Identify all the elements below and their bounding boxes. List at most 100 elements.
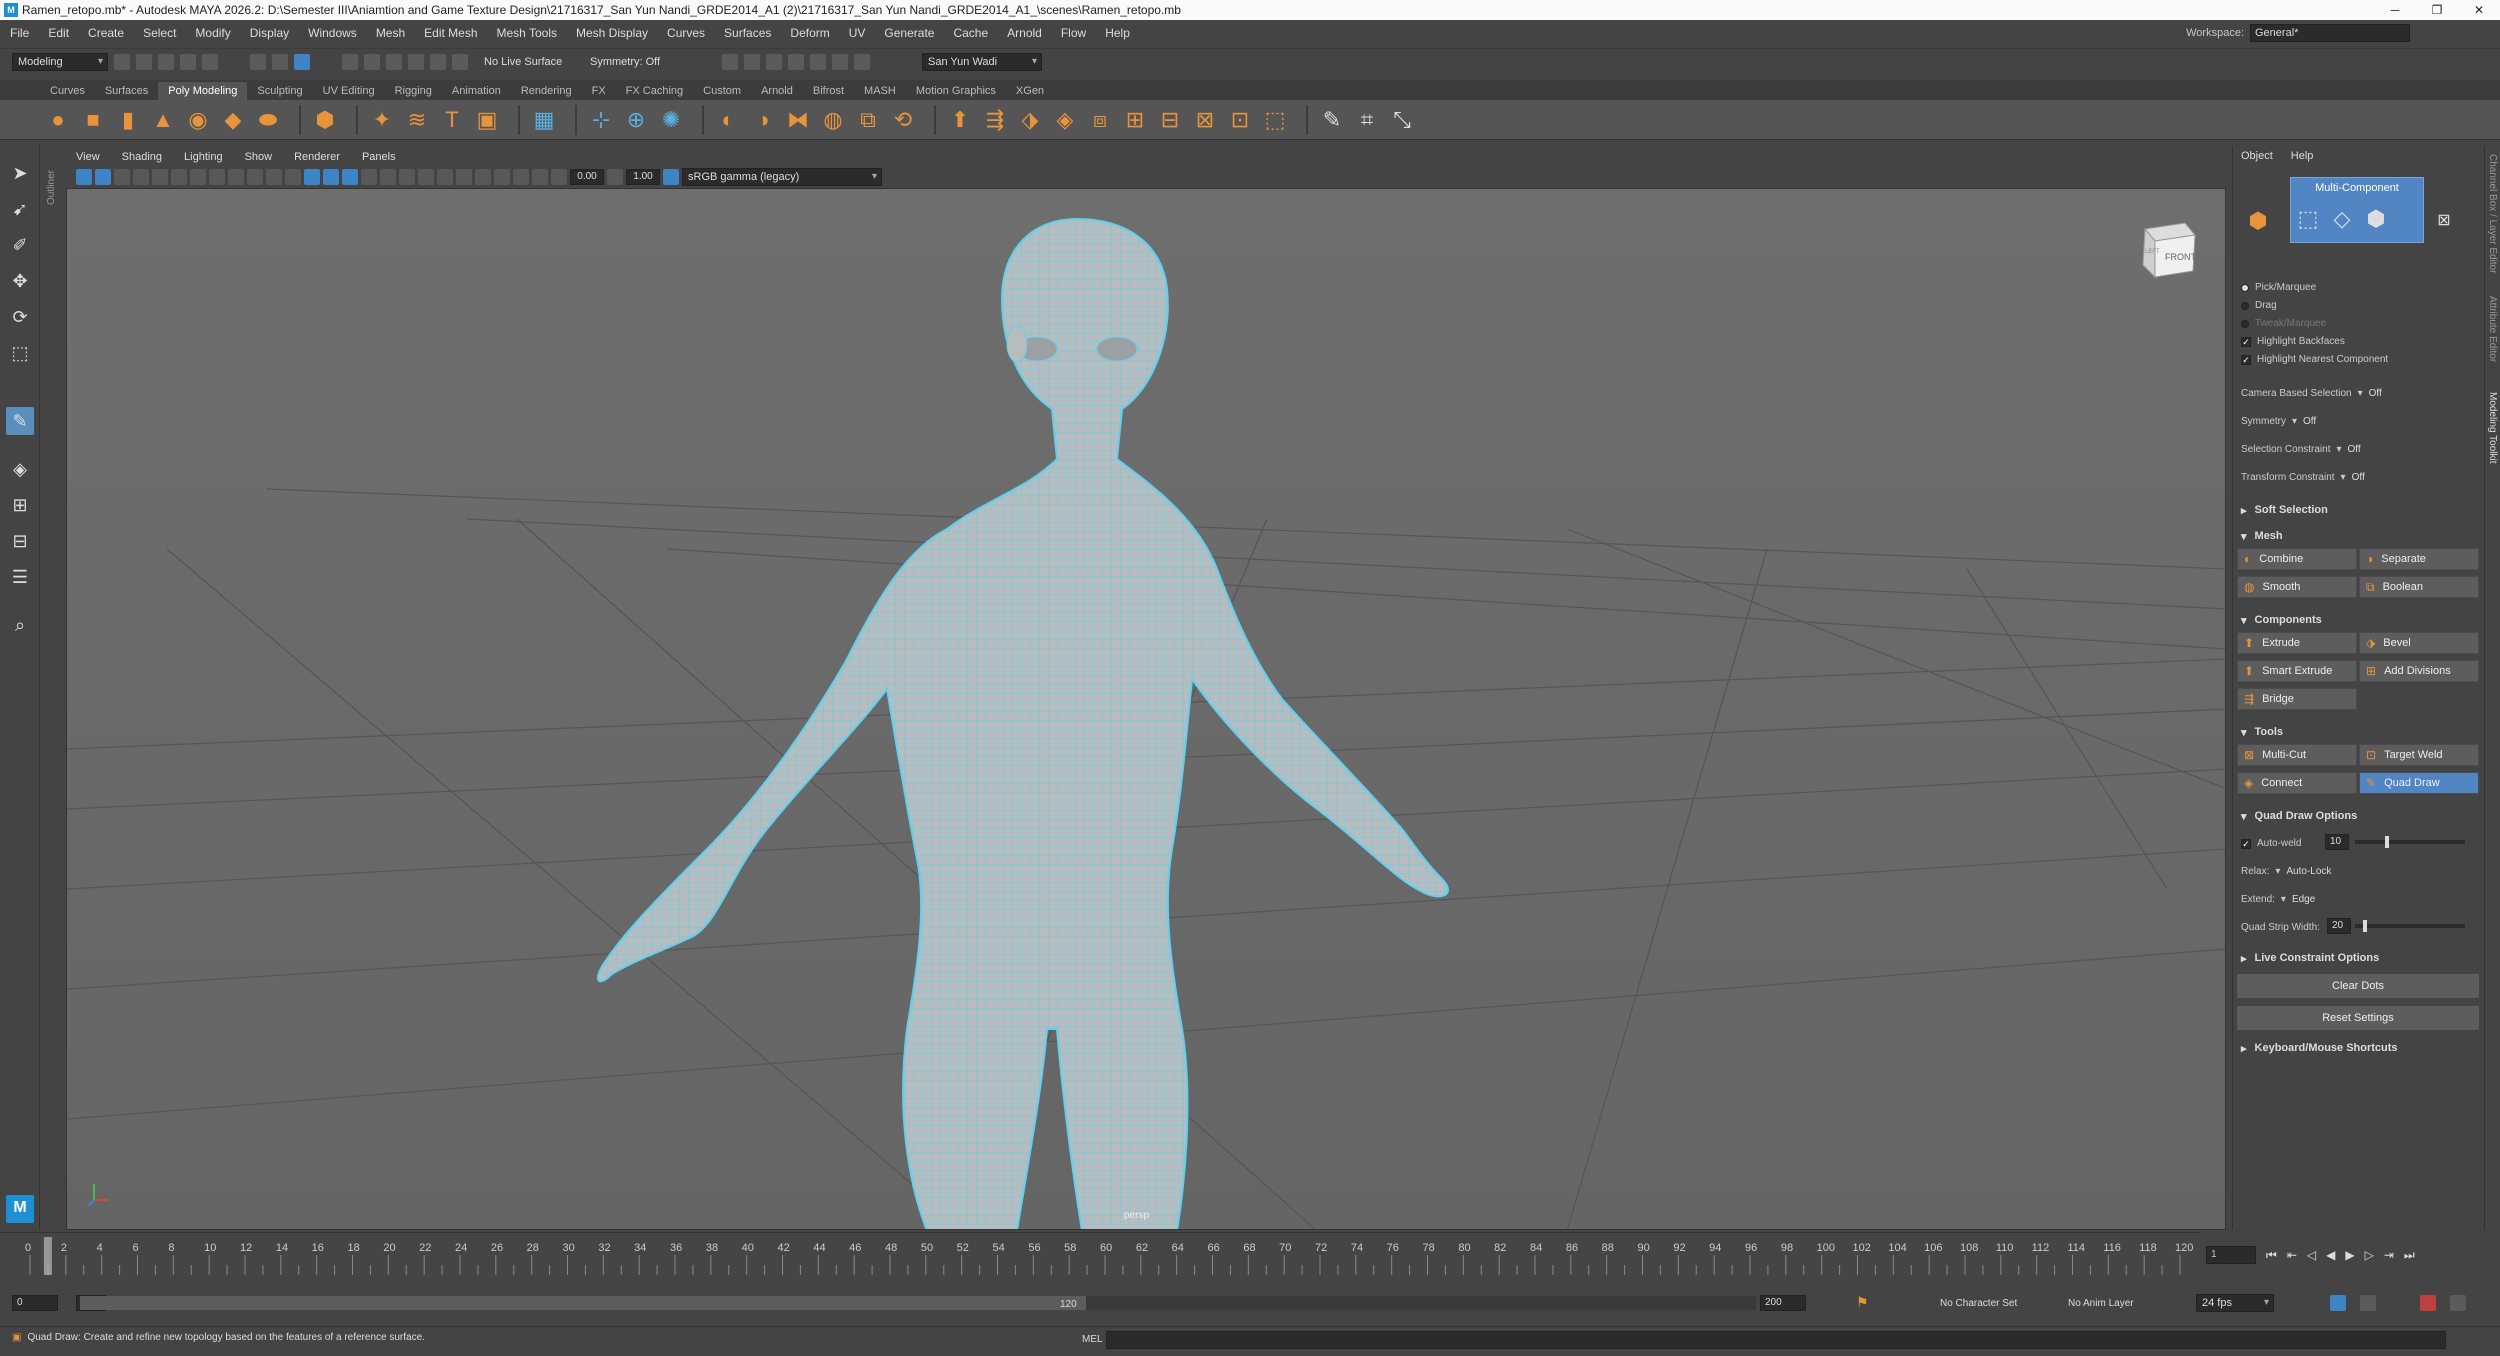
panel-menu-panels[interactable]: Panels	[362, 151, 396, 163]
measure-icon[interactable]: ⊹	[587, 106, 615, 134]
live-surface-label[interactable]: No Live Surface	[484, 56, 584, 68]
quad-draw-tool-icon[interactable]: ✎	[6, 407, 34, 435]
separate-icon[interactable]: ◑	[749, 106, 777, 134]
smooth-shade-icon[interactable]	[323, 169, 339, 185]
render-settings-icon[interactable]	[788, 53, 804, 70]
grease-pencil-icon[interactable]	[171, 169, 187, 185]
save-scene-icon[interactable]	[158, 53, 174, 70]
separate-button[interactable]: ◑ Separate	[2359, 548, 2479, 570]
soft-mod-icon[interactable]: ✺	[657, 106, 685, 134]
soft-selection-section[interactable]: ▸ Soft Selection	[2237, 502, 2477, 518]
menu-create[interactable]: Create	[88, 26, 124, 40]
close-button[interactable]: ✕	[2458, 0, 2500, 20]
shelf-tab-fx[interactable]: FX	[582, 82, 616, 100]
modeling-toolkit-tab[interactable]: Modeling Toolkit	[2487, 392, 2498, 464]
multi-cut-icon[interactable]: ⊠	[1191, 106, 1219, 134]
highlight-nearest-checkbox[interactable]: ✓ Highlight Nearest Component	[2241, 354, 2388, 365]
search-icon[interactable]: ⌕	[6, 611, 34, 639]
step-forward-key-icon[interactable]: ⇥	[2384, 1248, 2394, 1262]
shadows-icon[interactable]	[399, 169, 415, 185]
new-scene-icon[interactable]	[114, 53, 130, 70]
uv-mode-icon[interactable]: ⊠	[2433, 210, 2455, 232]
shelf-tab-motion-graphics[interactable]: Motion Graphics	[906, 82, 1006, 100]
menu-cache[interactable]: Cache	[953, 26, 988, 40]
shelf-tab-rigging[interactable]: Rigging	[385, 82, 442, 100]
isolate-select-icon[interactable]	[494, 169, 510, 185]
prefs-icon[interactable]	[2450, 1295, 2466, 1311]
menu-help[interactable]: Help	[1105, 26, 1130, 40]
shelf-tab-poly-modeling[interactable]: Poly Modeling	[158, 82, 248, 100]
play-forward-icon[interactable]: ▶	[2345, 1248, 2354, 1262]
menu-arnold[interactable]: Arnold	[1007, 26, 1042, 40]
attribute-editor-tab[interactable]: Attribute Editor	[2487, 296, 2498, 362]
step-forward-frame-icon[interactable]: ▷	[2365, 1248, 2374, 1262]
record-icon[interactable]	[2420, 1295, 2436, 1311]
pick-marquee-option[interactable]: Pick/Marquee	[2241, 282, 2316, 293]
step-back-key-icon[interactable]: ⇤	[2287, 1248, 2297, 1262]
hypershade-icon[interactable]	[810, 53, 826, 70]
menu-select[interactable]: Select	[143, 26, 176, 40]
menu-file[interactable]: File	[10, 26, 29, 40]
smooth-icon[interactable]: ◍	[819, 106, 847, 134]
boolean-button[interactable]: ⧉ Boolean	[2359, 576, 2479, 598]
sweep-mesh-icon[interactable]: ≋	[403, 106, 431, 134]
quad-draw-options-section[interactable]: ▾ Quad Draw Options	[2237, 808, 2477, 824]
connect-button[interactable]: ◈ Connect	[2237, 772, 2357, 794]
panel-menu-view[interactable]: View	[76, 151, 100, 163]
quad-draw-icon[interactable]: ⬚	[1261, 106, 1289, 134]
step-back-frame-icon[interactable]: ◁	[2307, 1248, 2316, 1262]
reset-settings-button[interactable]: Reset Settings	[2237, 1006, 2479, 1030]
menu-surfaces[interactable]: Surfaces	[724, 26, 771, 40]
redo-icon[interactable]	[202, 53, 218, 70]
poly-sphere-icon[interactable]: ●	[44, 106, 72, 134]
quad-strip-width-field[interactable]: 20	[2327, 918, 2351, 934]
auto-weld-knob[interactable]	[2385, 836, 2389, 848]
bridge-button[interactable]: ⇶ Bridge	[2237, 688, 2357, 710]
textured-icon[interactable]	[361, 169, 377, 185]
gamma-field[interactable]: 1.00	[626, 169, 660, 185]
live-constraint-section[interactable]: ▸ Live Constraint Options	[2237, 950, 2477, 966]
workspace-dropdown[interactable]: General*	[2250, 24, 2410, 42]
field-chart-icon[interactable]	[266, 169, 282, 185]
symmetry-dropdown[interactable]: Symmetry ▾ Off	[2241, 416, 2316, 427]
bevel-button[interactable]: ⬗ Bevel	[2359, 632, 2479, 654]
shelf-tab-animation[interactable]: Animation	[442, 82, 511, 100]
panel-menu-lighting[interactable]: Lighting	[184, 151, 223, 163]
panel-menu-show[interactable]: Show	[245, 151, 273, 163]
outliner-tab[interactable]: Outliner	[46, 155, 60, 205]
snap-surface-icon[interactable]	[430, 53, 446, 70]
mirror-icon[interactable]: ⧓	[784, 106, 812, 134]
quad-strip-width-slider[interactable]	[2355, 924, 2465, 928]
snap-grid-icon[interactable]	[342, 53, 358, 70]
shelf-tab-uv-editing[interactable]: UV Editing	[313, 82, 385, 100]
menu-uv[interactable]: UV	[849, 26, 866, 40]
vertex-mode-icon[interactable]: ⬚	[2297, 208, 2319, 230]
smooth-button[interactable]: ◍ Smooth	[2237, 576, 2357, 598]
menu-edit-mesh[interactable]: Edit Mesh	[424, 26, 477, 40]
sew-uv-icon[interactable]: ⌗	[1353, 106, 1381, 134]
camera-based-selection[interactable]: Camera Based Selection ▾ Off	[2241, 388, 2382, 399]
time-slider[interactable]: 0 2 4 6 8 10 12 14 16 18 20 22 24 26 28 30 32 34 36 38 40 42 4…	[0, 1232, 2200, 1278]
boolean-icon[interactable]: ⧉	[854, 106, 882, 134]
exposure-icon[interactable]	[551, 169, 567, 185]
poly-cone-icon[interactable]: ▲	[149, 106, 177, 134]
poly-cube-icon[interactable]: ■	[79, 106, 107, 134]
transform-constraint-dropdown[interactable]: Transform Constraint ▾ Off	[2241, 472, 2365, 483]
edge-mode-icon[interactable]: ◇	[2331, 208, 2353, 230]
poly-platonic-icon[interactable]: ⬢	[311, 106, 339, 134]
bookmark-icon[interactable]	[114, 169, 130, 185]
bridge-icon[interactable]: ⇶	[981, 106, 1009, 134]
paint-select-icon[interactable]: ✐	[6, 231, 34, 259]
panel-menu-shading[interactable]: Shading	[122, 151, 162, 163]
smart-extrude-button[interactable]: ⬆ Smart Extrude	[2237, 660, 2357, 682]
menu-deform[interactable]: Deform	[790, 26, 829, 40]
current-frame-field[interactable]: 1	[2206, 1246, 2256, 1264]
wireframe-icon[interactable]	[304, 169, 320, 185]
single-view-icon[interactable]: ◈	[6, 455, 34, 483]
target-weld-button[interactable]: ⊡ Target Weld	[2359, 744, 2479, 766]
start-time-field[interactable]: 0	[12, 1295, 58, 1311]
snap-point-icon[interactable]	[386, 53, 402, 70]
film-gate-icon[interactable]	[209, 169, 225, 185]
menu-mesh[interactable]: Mesh	[376, 26, 405, 40]
object-mode-icon[interactable]: ⬢	[2247, 210, 2269, 232]
